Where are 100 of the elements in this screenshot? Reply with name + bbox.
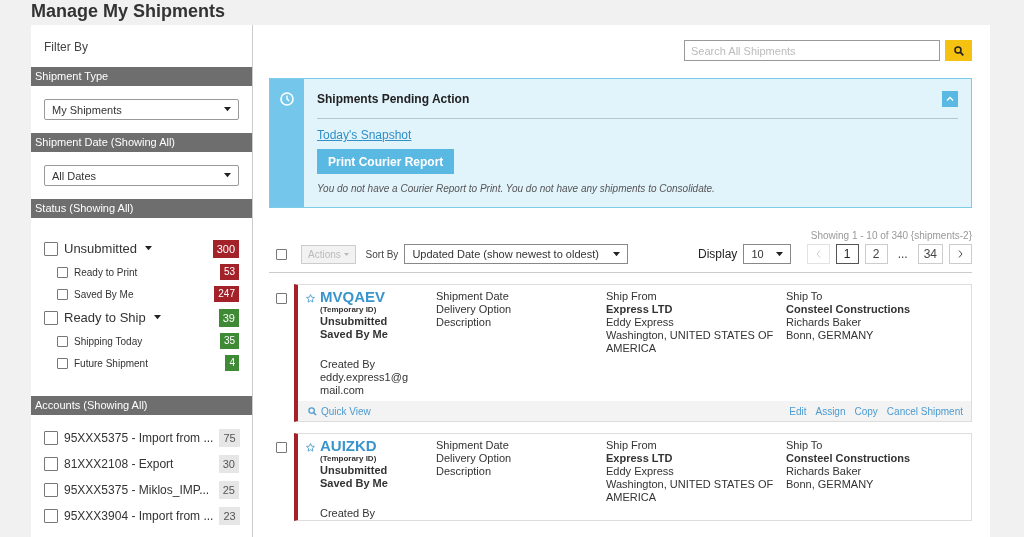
display-label: Display — [698, 247, 738, 261]
caret-icon — [145, 246, 152, 251]
count-badge: 300 — [212, 239, 239, 258]
section-header: Shipment Date (Showing All) — [31, 133, 252, 152]
caret-icon — [153, 315, 161, 320]
party-label: Ship From — [606, 439, 658, 452]
created-label: Created By — [320, 358, 377, 371]
filter-heading: Filter By — [43, 39, 89, 56]
id-note: (Temporary ID) — [320, 454, 378, 464]
account-filter[interactable]: 95XXX3904 - Import from ... — [64, 509, 214, 523]
results-count: Showing 1 - 10 of 340 {shipments-2} — [809, 230, 972, 241]
page-ellipsis: ... — [896, 247, 909, 261]
checkbox[interactable] — [276, 442, 287, 453]
contact-name: Richards Baker — [786, 316, 863, 329]
contact-name: Eddy Express — [606, 465, 675, 478]
section-header: Accounts (Showing All) — [31, 396, 252, 415]
panel-title: Shipments Pending Action — [317, 91, 470, 106]
search-icon — [308, 406, 317, 416]
collapse-toggle[interactable] — [942, 90, 958, 107]
checkbox[interactable] — [44, 483, 58, 497]
substatus-text: Saved By Me — [320, 477, 389, 490]
status-filter[interactable]: Saved By Me — [74, 288, 209, 300]
count-badge: 39 — [218, 308, 239, 327]
status-text: Unsubmitted — [320, 315, 389, 328]
party-label: Ship To — [786, 290, 824, 303]
page-size-dropdown[interactable]: 10 — [743, 244, 791, 264]
status-filter[interactable]: Future Shipment — [74, 357, 220, 369]
status-filter[interactable]: Shipping Today — [74, 335, 214, 347]
detail-label: Description — [436, 316, 493, 329]
status-filter[interactable]: Unsubmitted — [64, 241, 137, 256]
account-filter[interactable]: 95XXX5375 - Import from ... — [64, 431, 214, 445]
creator-email: eddy.express1@gmail.com — [320, 371, 409, 397]
dropdown[interactable]: My Shipments — [44, 99, 239, 120]
page-button[interactable]: 34 — [917, 244, 943, 264]
checkbox[interactable] — [57, 266, 68, 278]
sort-dropdown[interactable]: Updated Date (show newest to oldest) — [404, 244, 628, 264]
caret-icon — [224, 173, 231, 178]
count-badge: 4 — [225, 355, 239, 371]
detail-label: Delivery Option — [436, 303, 513, 316]
checkbox[interactable] — [44, 431, 58, 445]
checkbox[interactable] — [57, 357, 68, 369]
address: Washington, UNITED STATES OF AMERICA — [606, 478, 775, 504]
count-badge: 25 — [218, 481, 239, 499]
chevron-left-icon — [815, 250, 821, 258]
count-badge: 53 — [219, 264, 239, 280]
page-title: Manage My Shipments — [31, 0, 227, 23]
checkbox[interactable] — [276, 293, 287, 304]
company-name: Express LTD — [606, 452, 674, 465]
checkbox[interactable] — [44, 310, 58, 325]
created-label: Created By — [320, 507, 377, 520]
chevron-up-icon — [946, 96, 954, 101]
id-note: (Temporary ID) — [320, 305, 378, 315]
company-name: Express LTD — [606, 303, 674, 316]
company-name: Consteel Constructions — [786, 303, 912, 316]
count-badge: 35 — [219, 333, 239, 349]
section-header: Shipment Type — [31, 67, 252, 86]
caret-icon — [343, 253, 349, 257]
star-icon[interactable] — [306, 294, 315, 303]
search-icon — [953, 45, 964, 56]
info-message: You do not have a Courier Report to Print. You do not have any shipments to Consolidate. — [317, 183, 716, 194]
status-filter[interactable]: Ready to Print — [74, 266, 214, 278]
account-filter[interactable]: 95XXX5375 - Miklos_IMP... — [64, 483, 213, 497]
chevron-right-icon — [958, 250, 963, 258]
detail-label: Description — [436, 465, 493, 478]
star-icon[interactable] — [306, 443, 315, 452]
count-badge: 247 — [214, 286, 239, 302]
count-badge: 30 — [218, 455, 239, 473]
checkbox[interactable] — [44, 509, 58, 523]
checkbox[interactable] — [57, 335, 68, 347]
party-label: Ship From — [606, 290, 658, 303]
count-badge: 23 — [219, 507, 240, 525]
count-badge: 75 — [219, 429, 240, 447]
status-text: Unsubmitted — [320, 464, 389, 477]
caret-icon — [775, 251, 783, 257]
address: Washington, UNITED STATES OF AMERICA — [606, 329, 775, 355]
address: Bonn, GERMANY — [786, 329, 875, 342]
account-filter[interactable]: 81XXX2108 - Export — [64, 457, 213, 471]
checkbox[interactable] — [276, 248, 287, 260]
status-filter[interactable]: Ready to Ship — [64, 310, 146, 325]
detail-label: Delivery Option — [436, 452, 513, 465]
party-label: Ship To — [786, 439, 824, 452]
page-button[interactable]: 1 — [835, 244, 859, 264]
company-name: Consteel Constructions — [786, 452, 912, 465]
sort-label: Sort By — [365, 248, 399, 260]
caret-icon — [612, 251, 620, 257]
dropdown[interactable]: All Dates — [44, 165, 239, 186]
page-button[interactable]: 2 — [864, 244, 888, 264]
checkbox[interactable] — [44, 457, 58, 471]
clock-icon — [280, 92, 294, 106]
search-field[interactable]: Search All Shipments — [684, 40, 940, 61]
contact-name: Richards Baker — [786, 465, 863, 478]
section-header: Status (Showing All) — [31, 199, 252, 218]
substatus-text: Saved By Me — [320, 328, 389, 341]
detail-label: Shipment Date — [436, 439, 510, 452]
detail-label: Shipment Date — [436, 290, 510, 303]
search-button[interactable] — [945, 40, 972, 61]
caret-icon — [224, 107, 231, 112]
checkbox[interactable] — [57, 288, 68, 300]
checkbox[interactable] — [44, 241, 58, 256]
contact-name: Eddy Express — [606, 316, 675, 329]
